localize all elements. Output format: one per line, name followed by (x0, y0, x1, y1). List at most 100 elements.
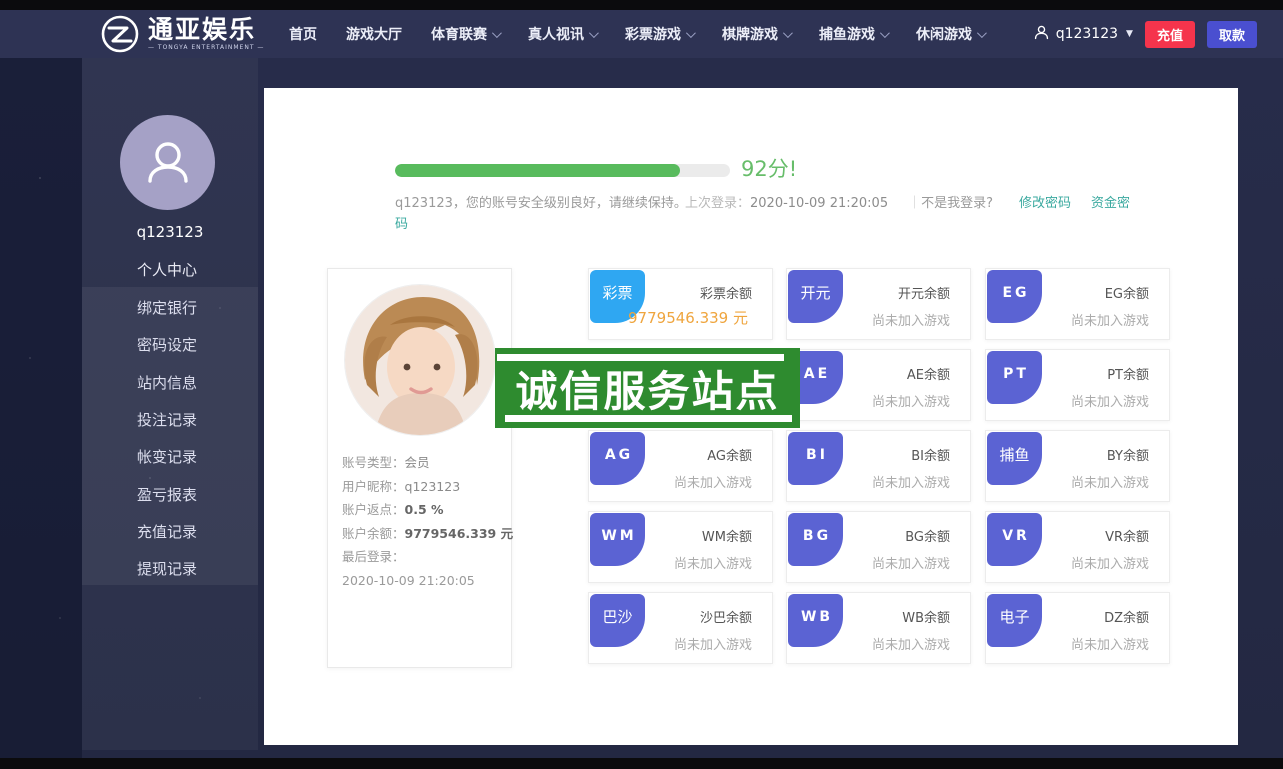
wallet-badge: WB (788, 594, 843, 647)
wallet-card-EG[interactable]: EG EG余额 尚未加入游戏 (985, 268, 1170, 340)
wallet-balance-status: 尚未加入游戏 (673, 557, 752, 572)
chevron-down-icon (491, 27, 502, 38)
fund-password-link-wrap[interactable]: 码 (395, 213, 408, 232)
wallet-title: VR余额 (1105, 530, 1149, 545)
not-me-link[interactable]: 不是我登录? (921, 196, 993, 211)
sidebar-item-6[interactable]: 盈亏报表 (137, 484, 197, 505)
wallet-title: DZ余额 (1104, 611, 1149, 626)
wallet-card-BI[interactable]: BI BI余额 尚未加入游戏 (786, 430, 971, 502)
nav-item-4[interactable]: 真人视讯 (528, 24, 599, 44)
wallet-card-WM[interactable]: WM WM余额 尚未加入游戏 (588, 511, 773, 583)
chevron-down-icon (685, 27, 696, 38)
nav-item-label: 棋牌游戏 (722, 27, 778, 43)
sidebar-item-personal-center[interactable]: 个人中心 (137, 259, 197, 280)
nav-item-label: 捕鱼游戏 (819, 27, 875, 43)
wallet-badge: PT (987, 351, 1042, 404)
profile-field-label: 账户返点： (342, 502, 405, 517)
wallet-card-沙巴[interactable]: 巴沙 沙巴余额 尚未加入游戏 (588, 592, 773, 664)
nav-item-6[interactable]: 棋牌游戏 (722, 24, 793, 44)
nav-item-label: 真人视讯 (528, 27, 584, 43)
wallet-balance-status: 尚未加入游戏 (673, 638, 752, 653)
wallet-card-PT[interactable]: PT PT余额 尚未加入游戏 (985, 349, 1170, 421)
wallet-badge: BG (788, 513, 843, 566)
wallet-balance-status: 尚未加入游戏 (1070, 314, 1149, 329)
wallet-balance-status: 尚未加入游戏 (1070, 395, 1149, 410)
nav-item-2[interactable]: 游戏大厅 (346, 24, 402, 44)
wallet-card-VR[interactable]: VR VR余额 尚未加入游戏 (985, 511, 1170, 583)
nav-item-5[interactable]: 彩票游戏 (625, 24, 696, 44)
wallet-balance-amount: 9779546.339 元 (628, 309, 748, 327)
sidebar-item-4[interactable]: 投注记录 (137, 409, 197, 430)
wallet-card-DZ[interactable]: 电子 DZ余额 尚未加入游戏 (985, 592, 1170, 664)
wallet-card-BG[interactable]: BG BG余额 尚未加入游戏 (786, 511, 971, 583)
nav-item-label: 体育联赛 (431, 27, 487, 43)
nav-item-1[interactable]: 首页 (289, 24, 317, 44)
deposit-button[interactable]: 充值 (1144, 20, 1195, 48)
wallet-balance-status: 尚未加入游戏 (871, 314, 950, 329)
security-message: q123123，您的账号安全级别良好，请继续保持。 (395, 196, 687, 211)
user-area: q123123 ▼ 充值 取款 (1033, 10, 1257, 58)
wallet-title: EG余额 (1104, 287, 1149, 302)
profile-field-row: 账户余额：9779546.339 元 (342, 522, 513, 546)
wallet-title: AE余额 (906, 368, 950, 383)
change-password-link[interactable]: 修改密码 (1019, 196, 1071, 211)
wallet-title: 开元余额 (897, 287, 950, 302)
last-login-row: 上次登录：2020-10-09 21:20:05 ｜不是我登录? 修改密码 资金密 (685, 192, 1130, 211)
profile-field-row: 2020-10-09 21:20:05 (342, 569, 502, 593)
sidebar: q123123 个人中心 绑定银行 密码设定 站内信息 投注记录 帐变记录 盈亏报表 充值记… (82, 58, 258, 750)
wallet-balance-status: 尚未加入游戏 (871, 395, 950, 410)
brand[interactable]: 通亚娱乐 — TONGYA ENTERTAINMENT — (100, 14, 264, 54)
wallet-badge: 捕鱼 (987, 432, 1042, 485)
sidebar-item-2[interactable]: 密码设定 (137, 334, 197, 355)
user-menu[interactable]: q123123 ▼ (1033, 24, 1133, 45)
profile-card: 账号类型：会员 用户昵称：q123123 账户返点：0.5 % 账户余额：977954… (327, 268, 513, 668)
profile-fields: 账号类型：会员 用户昵称：q123123 账户返点：0.5 % 账户余额：977954… (342, 451, 513, 593)
wallet-balance-status: 尚未加入游戏 (871, 638, 950, 653)
wallet-badge: WM (590, 513, 645, 566)
sidebar-item-1[interactable]: 绑定银行 (137, 297, 197, 318)
wallet-title: WB余额 (902, 611, 950, 626)
sidebar-item-7[interactable]: 充值记录 (137, 521, 197, 542)
chevron-down-icon (588, 27, 599, 38)
wallet-title: AG余额 (707, 449, 752, 464)
main-nav: 首页 游戏大厅 体育联赛 真人视讯 彩票游戏 棋牌游戏 捕鱼游戏 休闲游戏 (289, 10, 987, 58)
last-login-label: 上次登录： (685, 196, 751, 211)
nav-item-7[interactable]: 捕鱼游戏 (819, 24, 890, 44)
fund-password-link[interactable]: 资金密 (1091, 196, 1130, 211)
nav-item-label: 游戏大厅 (346, 27, 402, 43)
user-icon (1033, 24, 1050, 45)
brand-logo-icon (100, 14, 140, 54)
profile-field-value: q123123 (404, 478, 461, 494)
profile-field-row: 账号类型：会员 (342, 451, 502, 475)
wallet-card-开元[interactable]: 开元 开元余额尚未加入游戏 (786, 268, 971, 340)
wallet-card-BY[interactable]: 捕鱼 BY余额 尚未加入游戏 (985, 430, 1170, 502)
person-icon (147, 141, 188, 183)
security-score: 92分! (741, 157, 798, 181)
wallet-card-彩票[interactable]: 彩票 彩票余额 9779546.339 元 (588, 268, 773, 340)
wallet-badge: 开元 (788, 270, 843, 323)
wallet-badge: 巴沙 (590, 594, 645, 647)
last-login-value: 2020-10-09 21:20:05 (750, 196, 889, 211)
wallet-balance-status: 尚未加入游戏 (673, 476, 752, 491)
profile-field-row: 用户昵称：q123123 (342, 475, 502, 499)
wallet-badge: 电子 (987, 594, 1042, 647)
wallet-card-WB[interactable]: WB WB余额尚未加入游戏 (786, 592, 971, 664)
profile-field-label: 账号类型： (342, 455, 405, 470)
profile-field-value: 2020-10-09 21:20:05 (342, 572, 475, 588)
left-background-shade (0, 58, 82, 758)
sidebar-item-5[interactable]: 帐变记录 (137, 446, 197, 467)
wallet-card-AE[interactable]: AE AE余额 尚未加入游戏 (786, 349, 971, 421)
trust-banner: 诚信服务站点 (495, 348, 800, 428)
page: 通亚娱乐 — TONGYA ENTERTAINMENT — 首页 游戏大厅 体育联赛… (0, 0, 1283, 769)
sidebar-item-8[interactable]: 提现记录 (137, 558, 197, 579)
wallet-badge: VR (987, 513, 1042, 566)
wallet-title: BG余额 (905, 530, 950, 545)
nav-item-3[interactable]: 体育联赛 (431, 24, 502, 44)
nav-item-8[interactable]: 休闲游戏 (916, 24, 987, 44)
wallet-title: BY余额 (1106, 449, 1149, 464)
profile-field-label: 用户昵称： (342, 478, 405, 494)
withdraw-button[interactable]: 取款 (1206, 20, 1257, 48)
profile-field-row: 账户返点：0.5 % (342, 498, 502, 522)
wallet-card-AG[interactable]: AG AG余额 尚未加入游戏 (588, 430, 773, 502)
sidebar-item-3[interactable]: 站内信息 (137, 372, 197, 393)
